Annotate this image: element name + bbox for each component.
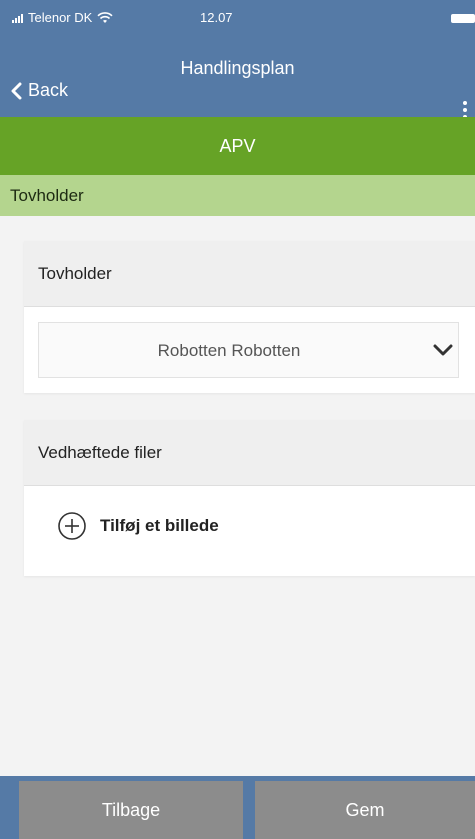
chevron-down-icon [433, 344, 453, 356]
apv-band: APV [0, 117, 475, 175]
section-band: Tovholder [0, 175, 475, 216]
owner-card: Tovholder Robotten Robotten [24, 241, 475, 393]
owner-card-header: Tovholder [24, 241, 475, 307]
carrier-label: Telenor DK [28, 10, 93, 25]
save-button[interactable]: Gem [255, 781, 475, 839]
status-time: 12.07 [200, 10, 233, 25]
page-title: Handlingsplan [180, 58, 295, 78]
files-card-header: Vedhæftede filer [24, 420, 475, 486]
add-image-label: Tilføj et billede [100, 516, 219, 535]
owner-select[interactable]: Robotten Robotten [38, 322, 459, 378]
back-label: Back [28, 80, 69, 100]
back-button[interactable]: Back [10, 80, 68, 101]
status-left: Telenor DK [12, 10, 113, 25]
battery-icon [451, 14, 475, 23]
chevron-left-icon [11, 82, 22, 99]
wifi-icon [97, 11, 113, 23]
owner-select-value: Robotten Robotten [157, 341, 301, 360]
add-image-button[interactable]: Tilføj et billede [56, 510, 219, 542]
app-header: Telenor DK 12.07 Handlingsplan Back [0, 0, 475, 119]
files-card: Vedhæftede filer Tilføj et billede [24, 420, 475, 576]
signal-icon [12, 13, 23, 23]
status-bar: Telenor DK 12.07 [0, 0, 475, 40]
plus-circle-icon [58, 512, 86, 540]
tilbage-button[interactable]: Tilbage [19, 781, 243, 839]
